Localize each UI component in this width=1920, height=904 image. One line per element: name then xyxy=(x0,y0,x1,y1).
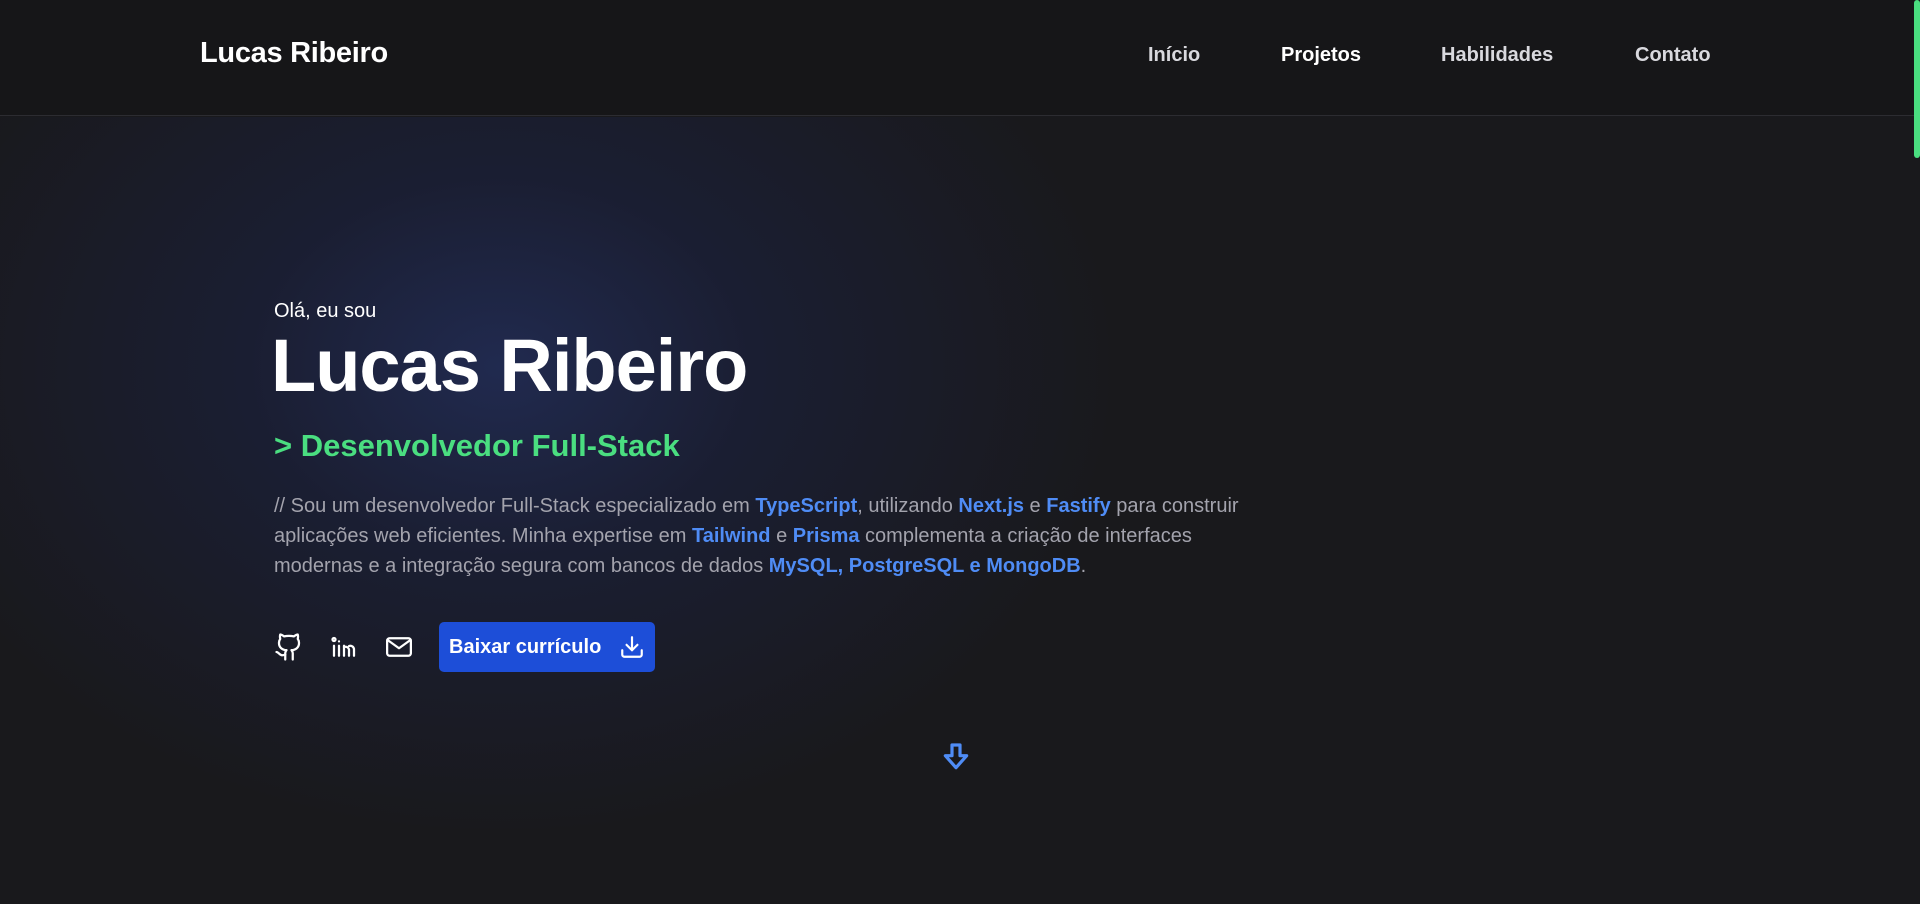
scrollbar[interactable] xyxy=(1914,0,1920,904)
bio-text: , utilizando xyxy=(857,495,959,517)
bio-tech-typescript: TypeScript xyxy=(755,495,858,517)
download-cv-button[interactable]: Baixar currículo xyxy=(439,622,655,672)
nav-item-inicio[interactable]: Início xyxy=(1148,44,1200,67)
github-icon[interactable] xyxy=(274,632,304,662)
page: Lucas Ribeiro Início Projetos Habilidade… xyxy=(0,0,1920,904)
hero-greeting: Olá, eu sou xyxy=(274,300,377,322)
nav-item-contato[interactable]: Contato xyxy=(1635,44,1711,67)
linkedin-icon[interactable] xyxy=(329,632,359,662)
bio-text: // Sou um desenvolvedor Full-Stack espec… xyxy=(274,495,756,517)
arrow-down-icon[interactable] xyxy=(940,741,972,773)
hero-role: > Desenvolvedor Full-Stack xyxy=(274,428,680,463)
bio-tech-databases: MySQL, PostgreSQL e MongoDB xyxy=(768,555,1081,577)
bio-text: . xyxy=(1080,555,1087,577)
bio-tech-nextjs: Next.js xyxy=(958,495,1024,517)
main-nav: Início Projetos Habilidades Contato xyxy=(0,44,1914,70)
bio-tech-tailwind: Tailwind xyxy=(692,525,771,547)
mail-icon[interactable] xyxy=(384,632,414,662)
download-icon xyxy=(621,636,643,658)
hero-name: Lucas Ribeiro xyxy=(271,324,748,407)
bio-text: e xyxy=(770,525,793,547)
bio-tech-fastify: Fastify xyxy=(1046,495,1111,517)
site-header: Lucas Ribeiro Início Projetos Habilidade… xyxy=(0,0,1914,116)
bio-text: e xyxy=(1024,495,1047,517)
nav-item-habilidades[interactable]: Habilidades xyxy=(1441,44,1553,67)
scroll-progress-thumb[interactable] xyxy=(1914,0,1920,158)
download-cv-label: Baixar currículo xyxy=(449,635,602,658)
hero-bio: // Sou um desenvolvedor Full-Stack espec… xyxy=(274,491,1254,581)
bio-tech-prisma: Prisma xyxy=(792,525,860,547)
nav-item-projetos[interactable]: Projetos xyxy=(1281,44,1361,67)
